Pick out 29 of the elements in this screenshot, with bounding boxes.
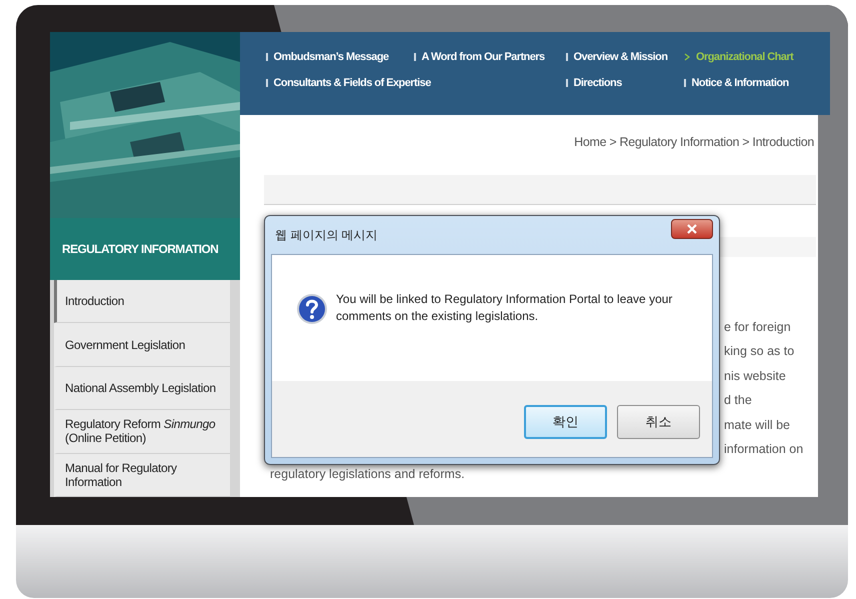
nav-link[interactable]: Overview & Mission — [574, 48, 668, 66]
sidebar-item[interactable]: National Assembly Legislation — [54, 366, 230, 410]
dialog-button[interactable]: 취소 — [617, 405, 700, 439]
close-icon — [687, 224, 697, 234]
body-text: nis website — [724, 368, 786, 385]
body-text: regulatory legislations and reforms. — [270, 466, 465, 483]
breadcrumb: Home > Regulatory Information > Introduction — [574, 134, 814, 151]
sidebar-item[interactable]: Government Legislation — [54, 323, 230, 367]
dialog-title: 웹 페이지의 메시지 — [275, 227, 378, 244]
nav-link[interactable]: Consultants & Fields of Expertise — [274, 74, 431, 92]
question-icon — [296, 293, 328, 325]
sidebar-item[interactable]: Manual for Regulatory Information — [54, 454, 230, 498]
close-button[interactable] — [671, 219, 713, 239]
nav-link[interactable]: Ombudsman’s Message — [274, 48, 389, 66]
nav-link[interactable]: Directions — [574, 74, 622, 92]
nav-link[interactable]: A Word from Our Partners — [422, 48, 545, 66]
dialog-button[interactable]: 확인 — [524, 405, 607, 439]
sidebar-header: REGULATORY INFORMATION — [50, 218, 240, 280]
dialog-message: You will be linked to Regulatory Information Portal to leave your comments on the existing legislations. — [336, 291, 674, 325]
nav-link[interactable]: Notice & Information — [692, 74, 789, 92]
chevron-icon — [684, 53, 690, 61]
sidebar-item[interactable]: Introduction — [54, 280, 230, 324]
body-text: information on — [724, 441, 804, 458]
body-text: e for foreign — [724, 318, 791, 336]
body-text: king so as to — [724, 343, 794, 360]
body-text: d the — [724, 392, 752, 410]
nav-link[interactable]: Organizational Chart — [696, 48, 794, 66]
body-text: mate will be — [724, 416, 790, 434]
sidebar-item[interactable]: Regulatory Reform Sinmungo (Online Petition) — [54, 410, 230, 454]
